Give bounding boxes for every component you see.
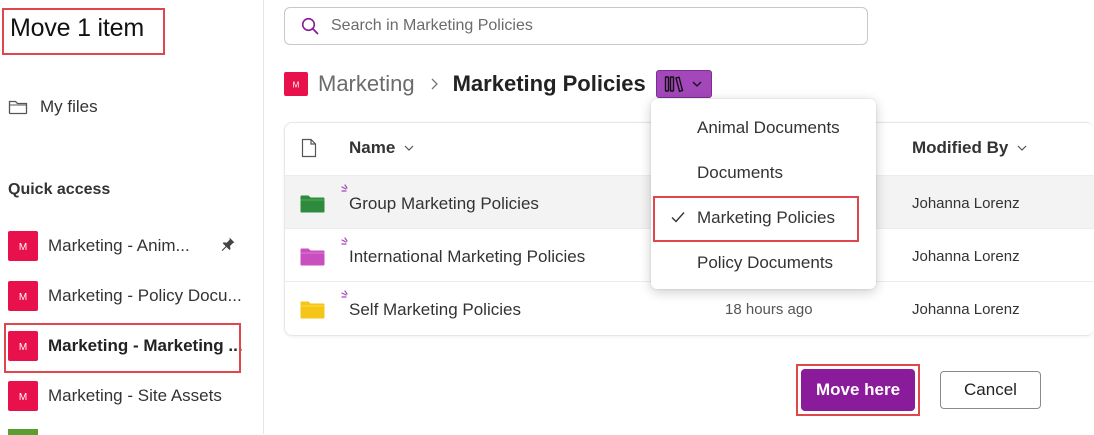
- library-switcher-button[interactable]: [655, 70, 712, 98]
- quick-access-item-site-assets[interactable]: M Marketing - Site Assets: [8, 381, 253, 411]
- row-name[interactable]: Self Marketing Policies: [349, 300, 521, 320]
- navigation-pane: Move 1 item My files Quick access M Mark…: [0, 0, 264, 435]
- menu-item-label: Policy Documents: [697, 252, 834, 272]
- svg-text:M: M: [19, 292, 27, 303]
- row-name[interactable]: Group Marketing Policies: [349, 194, 539, 214]
- search-input[interactable]: [329, 16, 833, 36]
- row-modified: 18 hours ago: [725, 301, 813, 318]
- quick-access-label: Marketing - Policy Docu...: [48, 286, 242, 305]
- quick-access-label: Marketing - Site Assets: [48, 386, 222, 405]
- folder-icon: [300, 248, 325, 266]
- pin-icon[interactable]: [220, 236, 236, 252]
- menu-item-label: Marketing Policies: [697, 207, 835, 227]
- dialog-title: Move 1 item: [10, 14, 144, 42]
- file-icon[interactable]: [301, 138, 317, 158]
- quick-access-heading: Quick access: [8, 181, 111, 198]
- search-icon: [301, 17, 319, 35]
- breadcrumb: M Marketing Marketing Policies: [284, 69, 712, 99]
- chevron-down-icon: [1017, 145, 1027, 151]
- breadcrumb-site-link[interactable]: Marketing: [318, 71, 415, 97]
- menu-item-policy-documents[interactable]: Policy Documents: [651, 240, 876, 285]
- check-icon: [671, 212, 685, 223]
- library-menu: Animal Documents Documents Marketing Pol…: [651, 99, 876, 289]
- svg-text:M: M: [19, 342, 27, 353]
- folder-outline-icon: [8, 100, 28, 115]
- column-header-name[interactable]: Name: [349, 138, 415, 158]
- quick-access-item-partial[interactable]: [8, 429, 38, 435]
- quick-access-item-animal[interactable]: M Marketing - Anim...: [8, 231, 253, 261]
- nav-my-files[interactable]: My files: [8, 96, 98, 118]
- menu-item-documents[interactable]: Documents: [651, 150, 876, 195]
- library-icon: [665, 76, 684, 93]
- search-box[interactable]: [284, 7, 868, 45]
- column-header-modified-by[interactable]: Modified By: [912, 138, 1028, 158]
- column-header-modified-by-label: Modified By: [912, 138, 1009, 157]
- chevron-down-icon: [692, 81, 702, 87]
- row-modified-by: Johanna Lorenz: [912, 195, 1020, 212]
- svg-text:M: M: [19, 242, 27, 253]
- row-name[interactable]: International Marketing Policies: [349, 247, 585, 267]
- menu-item-marketing-policies[interactable]: Marketing Policies: [651, 195, 876, 240]
- site-badge-icon: M: [284, 72, 308, 96]
- nav-my-files-label: My files: [40, 97, 98, 116]
- site-badge-icon: M: [8, 231, 38, 261]
- chevron-right-icon: [431, 78, 438, 90]
- quick-access-label: Marketing - Marketing ...: [48, 336, 243, 355]
- quick-access-item-policy[interactable]: M Marketing - Policy Docu...: [8, 281, 253, 311]
- row-modified-by: Johanna Lorenz: [912, 301, 1020, 318]
- column-header-name-label: Name: [349, 138, 396, 157]
- move-here-button[interactable]: Move here: [801, 369, 915, 411]
- folder-icon: [300, 195, 325, 213]
- quick-access-item-marketing[interactable]: M Marketing - Marketing ...: [8, 331, 253, 361]
- site-badge-icon: M: [8, 331, 38, 361]
- site-badge-icon: M: [8, 281, 38, 311]
- quick-access-label: Marketing - Anim...: [48, 236, 190, 255]
- cancel-button[interactable]: Cancel: [940, 371, 1041, 409]
- menu-item-label: Animal Documents: [697, 117, 840, 137]
- chevron-down-icon: [404, 145, 414, 151]
- menu-item-label: Documents: [697, 162, 783, 182]
- menu-item-animal-documents[interactable]: Animal Documents: [651, 105, 876, 150]
- svg-text:M: M: [19, 392, 27, 403]
- folder-icon: [300, 301, 325, 319]
- breadcrumb-current-library: Marketing Policies: [452, 71, 646, 96]
- site-badge-icon: M: [8, 381, 38, 411]
- svg-text:M: M: [293, 81, 300, 90]
- row-modified-by: Johanna Lorenz: [912, 248, 1020, 265]
